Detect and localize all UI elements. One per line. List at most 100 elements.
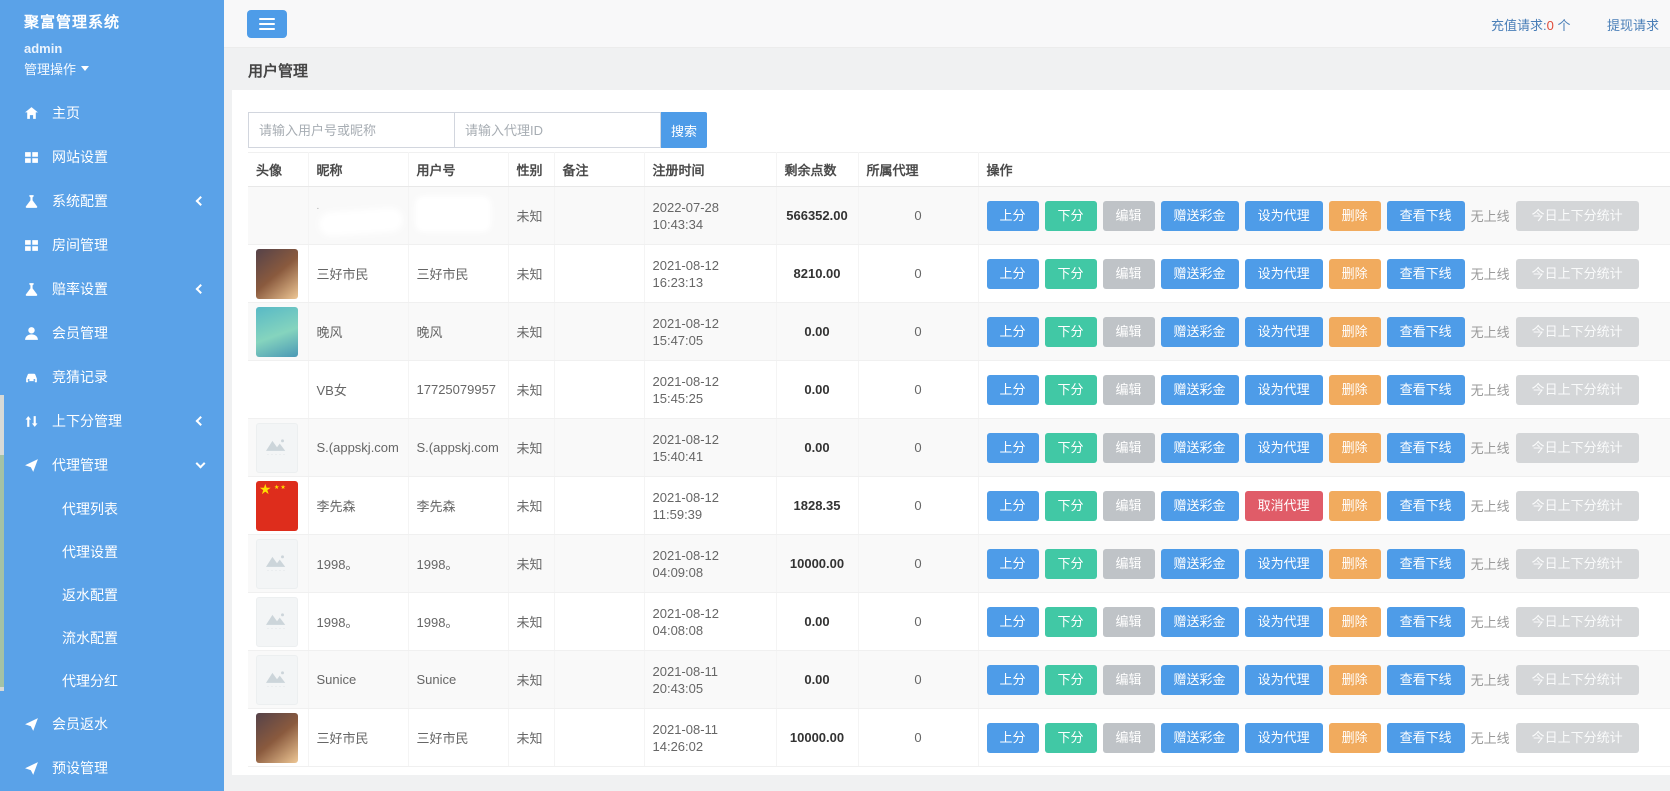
edit-button[interactable]: 编辑 bbox=[1103, 665, 1155, 695]
delete-button[interactable]: 删除 bbox=[1329, 317, 1381, 347]
sidebar-item-预设管理[interactable]: 预设管理 bbox=[0, 746, 224, 790]
edit-button[interactable]: 编辑 bbox=[1103, 317, 1155, 347]
deduct-points-button[interactable]: 下分 bbox=[1045, 375, 1097, 405]
sidebar-item-网站设置[interactable]: 网站设置 bbox=[0, 135, 224, 179]
delete-button[interactable]: 删除 bbox=[1329, 491, 1381, 521]
edit-button[interactable]: 编辑 bbox=[1103, 491, 1155, 521]
view-downline-button[interactable]: 查看下线 bbox=[1387, 375, 1465, 405]
gift-bonus-button[interactable]: 赠送彩金 bbox=[1161, 375, 1239, 405]
delete-button[interactable]: 删除 bbox=[1329, 549, 1381, 579]
delete-button[interactable]: 删除 bbox=[1329, 259, 1381, 289]
sidebar-item-会员返水[interactable]: 会员返水 bbox=[0, 702, 224, 746]
delete-button[interactable]: 删除 bbox=[1329, 375, 1381, 405]
add-points-button[interactable]: 上分 bbox=[987, 665, 1039, 695]
set-agent-button[interactable]: 设为代理 bbox=[1245, 723, 1323, 753]
sidebar-item-房间管理[interactable]: 房间管理 bbox=[0, 223, 224, 267]
edit-button[interactable]: 编辑 bbox=[1103, 549, 1155, 579]
sidebar-item-代理管理[interactable]: 代理管理 bbox=[0, 443, 224, 487]
view-downline-button[interactable]: 查看下线 bbox=[1387, 433, 1465, 463]
set-agent-button[interactable]: 设为代理 bbox=[1245, 607, 1323, 637]
sidebar-subitem-代理分红[interactable]: 代理分红 bbox=[0, 659, 224, 702]
deduct-points-button[interactable]: 下分 bbox=[1045, 201, 1097, 231]
deduct-points-button[interactable]: 下分 bbox=[1045, 433, 1097, 463]
edit-button[interactable]: 编辑 bbox=[1103, 201, 1155, 231]
edit-button[interactable]: 编辑 bbox=[1103, 375, 1155, 405]
admin-operations-dropdown[interactable]: 管理操作 bbox=[0, 56, 224, 78]
gift-bonus-button[interactable]: 赠送彩金 bbox=[1161, 317, 1239, 347]
gift-bonus-button[interactable]: 赠送彩金 bbox=[1161, 607, 1239, 637]
sidebar-item-赔率设置[interactable]: 赔率设置 bbox=[0, 267, 224, 311]
set-agent-button[interactable]: 设为代理 bbox=[1245, 433, 1323, 463]
gift-bonus-button[interactable]: 赠送彩金 bbox=[1161, 201, 1239, 231]
today-stats-button[interactable]: 今日上下分统计 bbox=[1516, 607, 1639, 637]
edit-button[interactable]: 编辑 bbox=[1103, 433, 1155, 463]
today-stats-button[interactable]: 今日上下分统计 bbox=[1516, 317, 1639, 347]
today-stats-button[interactable]: 今日上下分统计 bbox=[1516, 375, 1639, 405]
sidebar-item-竞猜记录[interactable]: 竞猜记录 bbox=[0, 355, 224, 399]
search-button[interactable]: 搜索 bbox=[661, 112, 707, 148]
set-agent-button[interactable]: 设为代理 bbox=[1245, 317, 1323, 347]
sidebar-subitem-代理列表[interactable]: 代理列表 bbox=[0, 487, 224, 530]
sidebar-scrollbar-thumb[interactable] bbox=[0, 455, 4, 687]
edit-button[interactable]: 编辑 bbox=[1103, 607, 1155, 637]
sidebar-toggle-button[interactable] bbox=[247, 10, 287, 38]
deduct-points-button[interactable]: 下分 bbox=[1045, 549, 1097, 579]
agent-id-search-input[interactable] bbox=[454, 112, 661, 148]
sidebar-item-上下分管理[interactable]: 上下分管理 bbox=[0, 399, 224, 443]
delete-button[interactable]: 删除 bbox=[1329, 723, 1381, 753]
sidebar-subitem-返水配置[interactable]: 返水配置 bbox=[0, 573, 224, 616]
delete-button[interactable]: 删除 bbox=[1329, 433, 1381, 463]
deduct-points-button[interactable]: 下分 bbox=[1045, 723, 1097, 753]
gift-bonus-button[interactable]: 赠送彩金 bbox=[1161, 491, 1239, 521]
set-agent-button[interactable]: 设为代理 bbox=[1245, 201, 1323, 231]
today-stats-button[interactable]: 今日上下分统计 bbox=[1516, 549, 1639, 579]
set-agent-button[interactable]: 设为代理 bbox=[1245, 665, 1323, 695]
gift-bonus-button[interactable]: 赠送彩金 bbox=[1161, 549, 1239, 579]
user-search-input[interactable] bbox=[248, 112, 455, 148]
deduct-points-button[interactable]: 下分 bbox=[1045, 259, 1097, 289]
set-agent-button[interactable]: 设为代理 bbox=[1245, 549, 1323, 579]
deduct-points-button[interactable]: 下分 bbox=[1045, 317, 1097, 347]
today-stats-button[interactable]: 今日上下分统计 bbox=[1516, 491, 1639, 521]
add-points-button[interactable]: 上分 bbox=[987, 607, 1039, 637]
set-agent-button[interactable]: 设为代理 bbox=[1245, 259, 1323, 289]
today-stats-button[interactable]: 今日上下分统计 bbox=[1516, 433, 1639, 463]
deduct-points-button[interactable]: 下分 bbox=[1045, 607, 1097, 637]
view-downline-button[interactable]: 查看下线 bbox=[1387, 201, 1465, 231]
view-downline-button[interactable]: 查看下线 bbox=[1387, 665, 1465, 695]
delete-button[interactable]: 删除 bbox=[1329, 201, 1381, 231]
add-points-button[interactable]: 上分 bbox=[987, 259, 1039, 289]
cancel-agent-button[interactable]: 取消代理 bbox=[1245, 491, 1323, 521]
gift-bonus-button[interactable]: 赠送彩金 bbox=[1161, 259, 1239, 289]
recharge-requests-link[interactable]: 充值请求:0 个 bbox=[1491, 15, 1571, 34]
delete-button[interactable]: 删除 bbox=[1329, 607, 1381, 637]
add-points-button[interactable]: 上分 bbox=[987, 201, 1039, 231]
view-downline-button[interactable]: 查看下线 bbox=[1387, 723, 1465, 753]
deduct-points-button[interactable]: 下分 bbox=[1045, 491, 1097, 521]
today-stats-button[interactable]: 今日上下分统计 bbox=[1516, 665, 1639, 695]
gift-bonus-button[interactable]: 赠送彩金 bbox=[1161, 433, 1239, 463]
view-downline-button[interactable]: 查看下线 bbox=[1387, 607, 1465, 637]
add-points-button[interactable]: 上分 bbox=[987, 375, 1039, 405]
sidebar-item-系统配置[interactable]: 系统配置 bbox=[0, 179, 224, 223]
add-points-button[interactable]: 上分 bbox=[987, 723, 1039, 753]
add-points-button[interactable]: 上分 bbox=[987, 491, 1039, 521]
delete-button[interactable]: 删除 bbox=[1329, 665, 1381, 695]
sidebar-subitem-流水配置[interactable]: 流水配置 bbox=[0, 616, 224, 659]
set-agent-button[interactable]: 设为代理 bbox=[1245, 375, 1323, 405]
sidebar-item-主页[interactable]: 主页 bbox=[0, 91, 224, 135]
today-stats-button[interactable]: 今日上下分统计 bbox=[1516, 259, 1639, 289]
add-points-button[interactable]: 上分 bbox=[987, 433, 1039, 463]
today-stats-button[interactable]: 今日上下分统计 bbox=[1516, 723, 1639, 753]
view-downline-button[interactable]: 查看下线 bbox=[1387, 317, 1465, 347]
add-points-button[interactable]: 上分 bbox=[987, 549, 1039, 579]
deduct-points-button[interactable]: 下分 bbox=[1045, 665, 1097, 695]
withdraw-requests-link[interactable]: 提现请求 bbox=[1607, 15, 1659, 34]
gift-bonus-button[interactable]: 赠送彩金 bbox=[1161, 723, 1239, 753]
edit-button[interactable]: 编辑 bbox=[1103, 259, 1155, 289]
sidebar-scrollbar[interactable] bbox=[0, 395, 4, 691]
sidebar-item-会员管理[interactable]: 会员管理 bbox=[0, 311, 224, 355]
view-downline-button[interactable]: 查看下线 bbox=[1387, 549, 1465, 579]
today-stats-button[interactable]: 今日上下分统计 bbox=[1516, 201, 1639, 231]
gift-bonus-button[interactable]: 赠送彩金 bbox=[1161, 665, 1239, 695]
